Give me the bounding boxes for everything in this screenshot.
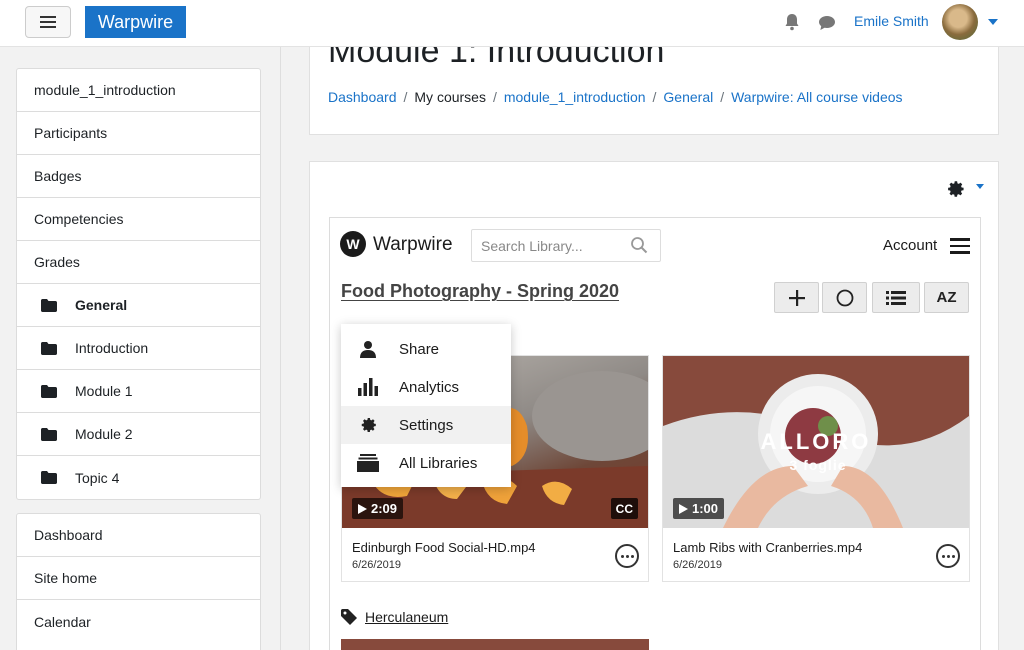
list-view-icon xyxy=(886,290,906,305)
notification-bell-icon[interactable] xyxy=(782,12,802,32)
breadcrumb-course[interactable]: module_1_introduction xyxy=(504,89,646,105)
video-date: 6/26/2019 xyxy=(352,559,401,571)
breadcrumb-general[interactable]: General xyxy=(663,89,713,105)
library-options-menu: Share Analytics Settings All Libraries xyxy=(341,324,511,487)
tag-row[interactable]: Herculaneum xyxy=(341,609,448,625)
drawer-item-calendar[interactable]: Calendar xyxy=(17,600,260,643)
circle-icon xyxy=(836,289,853,306)
tag-label[interactable]: Herculaneum xyxy=(365,609,448,625)
drawer-item-module-2[interactable]: Module 2 xyxy=(17,413,260,456)
breadcrumb-warpwire[interactable]: Warpwire: All course videos xyxy=(731,89,902,105)
menu-item-share[interactable]: Share xyxy=(341,330,511,368)
menu-item-all-libraries[interactable]: All Libraries xyxy=(341,444,511,482)
record-button[interactable] xyxy=(822,282,867,313)
drawer-item-dashboard[interactable]: Dashboard xyxy=(17,514,260,557)
list-view-button[interactable] xyxy=(872,282,920,313)
library-title[interactable]: Food Photography - Spring 2020 xyxy=(341,281,619,302)
menu-item-analytics[interactable]: Analytics xyxy=(341,368,511,406)
drawer-item-module-1[interactable]: Module 1 xyxy=(17,370,260,413)
video-date: 6/26/2019 xyxy=(673,559,722,571)
site-brand[interactable]: Warpwire xyxy=(85,6,186,38)
drawer-item-site-home[interactable]: Site home xyxy=(17,557,260,600)
drawer-item-badges[interactable]: Badges xyxy=(17,155,260,198)
hamburger-icon xyxy=(40,16,56,28)
menu-icon[interactable] xyxy=(950,238,970,254)
breadcrumb-dashboard[interactable]: Dashboard xyxy=(328,89,397,105)
nav-drawer: module_1_introduction Participants Badge… xyxy=(0,47,281,650)
more-options-icon[interactable] xyxy=(936,544,960,568)
folder-icon xyxy=(41,471,57,484)
drawer-item-course[interactable]: module_1_introduction xyxy=(17,69,260,112)
stack-icon xyxy=(357,454,379,472)
play-icon xyxy=(358,503,367,514)
folder-icon xyxy=(41,384,57,398)
drawer-item-participants[interactable]: Participants xyxy=(17,112,260,155)
duration-badge: 1:00 xyxy=(673,498,725,519)
add-media-button[interactable] xyxy=(774,282,819,313)
captions-badge: CC xyxy=(610,498,638,519)
drawer-item-topic-4[interactable]: Topic 4 xyxy=(17,456,260,499)
play-icon xyxy=(679,503,688,514)
main-content-card: W Warpwire Account Food Photography - Sp… xyxy=(309,161,999,650)
folder-icon xyxy=(41,341,57,355)
drawer-item-introduction[interactable]: Introduction xyxy=(17,327,260,370)
video-card[interactable]: ALLORO 3 foglie 1:00 Lamb Ribs with Cran… xyxy=(662,355,970,582)
warpwire-embed: W Warpwire Account Food Photography - Sp… xyxy=(329,217,981,650)
sort-az-icon: AZ xyxy=(936,289,957,306)
gear-icon[interactable] xyxy=(944,178,966,200)
drawer-item-grades[interactable]: Grades xyxy=(17,241,260,284)
user-menu-caret-icon[interactable] xyxy=(988,19,998,25)
breadcrumb-my-courses: My courses xyxy=(414,89,486,105)
person-icon xyxy=(360,341,376,358)
warpwire-logo-icon: W xyxy=(340,231,366,257)
plus-icon xyxy=(788,289,805,306)
search-icon[interactable] xyxy=(630,236,648,254)
video-thumbnail[interactable] xyxy=(341,639,649,650)
folder-icon xyxy=(41,427,57,441)
menu-item-settings[interactable]: Settings xyxy=(341,406,511,444)
chevron-down-icon[interactable] xyxy=(976,184,984,189)
more-options-icon[interactable] xyxy=(615,544,639,568)
bar-chart-icon xyxy=(358,378,378,396)
avatar[interactable] xyxy=(942,4,978,40)
video-title[interactable]: Lamb Ribs with Cranberries.mp4 xyxy=(673,540,862,555)
tag-icon xyxy=(341,609,357,625)
drawer-toggle-button[interactable] xyxy=(25,6,71,38)
breadcrumb: Dashboard / My courses / module_1_introducti… xyxy=(328,89,903,105)
course-nav-block: module_1_introduction Participants Badge… xyxy=(16,68,261,500)
sort-button[interactable]: AZ xyxy=(924,282,969,313)
folder-icon xyxy=(41,298,57,312)
account-link[interactable]: Account xyxy=(883,237,937,254)
drawer-item-general[interactable]: General xyxy=(17,284,260,327)
overlay-subtitle: 3 foglie xyxy=(789,457,846,473)
video-title[interactable]: Edinburgh Food Social-HD.mp4 xyxy=(352,540,536,555)
warpwire-name: Warpwire xyxy=(373,234,453,255)
overlay-title: ALLORO xyxy=(761,429,872,454)
site-nav-block: Dashboard Site home Calendar xyxy=(16,513,261,650)
gear-icon xyxy=(361,418,376,432)
messages-icon[interactable] xyxy=(817,13,837,33)
duration-badge: 2:09 xyxy=(352,498,404,519)
top-navbar: Warpwire Emile Smith xyxy=(0,0,1024,47)
drawer-item-competencies[interactable]: Competencies xyxy=(17,198,260,241)
user-name[interactable]: Emile Smith xyxy=(854,13,929,29)
